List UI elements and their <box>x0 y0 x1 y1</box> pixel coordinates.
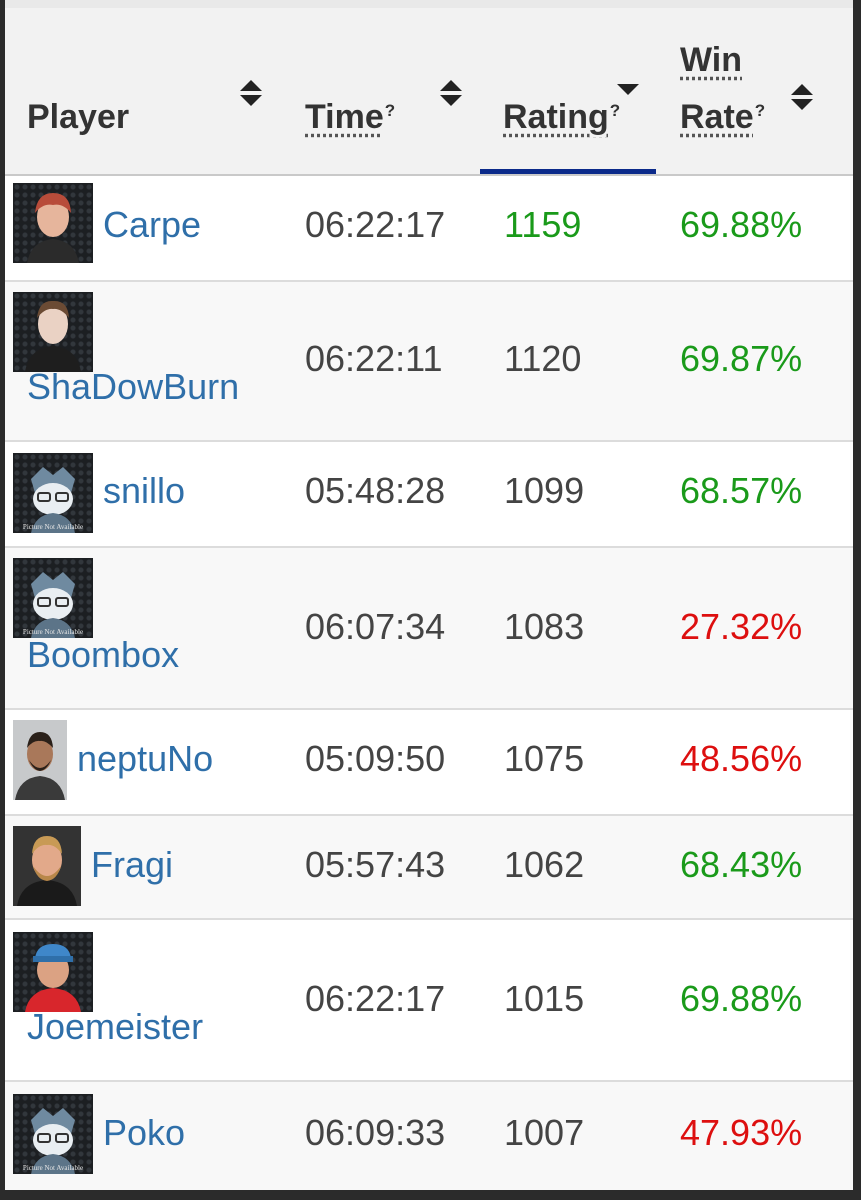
sort-both-icon[interactable] <box>240 80 262 110</box>
player-name-link[interactable]: Fragi <box>91 844 173 886</box>
header-time-label: Time <box>305 98 384 136</box>
win-rate-cell: 69.88% <box>680 978 803 1019</box>
header-player-label: Player <box>27 98 130 136</box>
rating-cell: 1120 <box>504 338 582 379</box>
picture-not-available-text: Picture Not Available <box>22 1164 84 1172</box>
rating-cell: 1007 <box>504 1112 585 1153</box>
help-icon[interactable]: ? <box>755 101 765 120</box>
table-header: Player Time? Rating? Win Rate? <box>5 8 853 176</box>
player-avatar-placeholder: Picture Not Available <box>13 558 93 638</box>
table-row: neptuNo 05:09:50 1075 48.56% <box>5 710 853 816</box>
rating-cell: 1075 <box>504 738 585 779</box>
header-rating-label: Rating <box>503 98 609 136</box>
win-rate-cell: 47.93% <box>680 1112 803 1153</box>
rating-cell: 1159 <box>504 204 582 245</box>
win-rate-cell: 27.32% <box>680 606 803 647</box>
time-cell: 06:07:34 <box>305 606 446 647</box>
win-rate-cell: 69.88% <box>680 204 803 245</box>
time-cell: 05:09:50 <box>305 738 446 779</box>
player-avatar-placeholder: Picture Not Available <box>13 1094 93 1174</box>
header-win-rate-label-2: Rate <box>680 98 754 136</box>
time-cell: 06:22:11 <box>305 338 443 379</box>
player-name-link[interactable]: neptuNo <box>77 738 213 780</box>
table-row: Fragi 05:57:43 1062 68.43% <box>5 816 853 920</box>
header-win-rate[interactable]: Win Rate? <box>656 8 853 174</box>
rating-cell: 1015 <box>504 978 585 1019</box>
player-name-link[interactable]: Joemeister <box>27 1006 203 1048</box>
player-avatar <box>13 826 81 906</box>
table-row: Picture Not Available Poko 06:09:33 1007… <box>5 1082 853 1190</box>
player-avatar <box>13 292 93 372</box>
header-time[interactable]: Time? <box>285 8 480 174</box>
player-avatar-placeholder: Picture Not Available <box>13 453 93 533</box>
header-rating[interactable]: Rating? <box>480 8 656 174</box>
win-rate-cell: 69.87% <box>680 338 803 379</box>
table-row: ShaDowBurn 06:22:11 1120 69.87% <box>5 282 853 442</box>
time-cell: 05:48:28 <box>305 470 446 511</box>
player-name-link[interactable]: Boombox <box>27 634 179 676</box>
player-name-link[interactable]: Carpe <box>103 204 201 246</box>
player-name-link[interactable]: snillo <box>103 470 185 512</box>
win-rate-cell: 68.57% <box>680 470 803 511</box>
rating-cell: 1099 <box>504 470 585 511</box>
table-row: Picture Not Available snillo 05:48:28 10… <box>5 442 853 548</box>
player-name-link[interactable]: ShaDowBurn <box>27 366 239 408</box>
rating-cell: 1083 <box>504 606 585 647</box>
win-rate-cell: 68.43% <box>680 844 803 885</box>
win-rate-cell: 48.56% <box>680 738 803 779</box>
table-row: Picture Not Available Boombox 06:07:34 1… <box>5 548 853 710</box>
player-avatar <box>13 720 67 800</box>
picture-not-available-text: Picture Not Available <box>22 523 84 531</box>
player-avatar <box>13 183 93 263</box>
sort-descending-icon[interactable] <box>617 84 639 114</box>
table-row: Joemeister 06:22:17 1015 69.88% <box>5 920 853 1082</box>
time-cell: 06:22:17 <box>305 978 446 1019</box>
sort-both-icon[interactable] <box>791 84 813 114</box>
header-win-rate-label-1: Win <box>680 41 743 79</box>
active-sort-indicator <box>480 169 656 174</box>
table-row: Carpe 06:22:17 1159 69.88% <box>5 176 853 282</box>
time-cell: 06:09:33 <box>305 1112 446 1153</box>
leaderboard-table: Player Time? Rating? Win Rate? Carpe 06:… <box>5 0 853 1190</box>
sort-both-icon[interactable] <box>440 80 462 110</box>
time-cell: 06:22:17 <box>305 204 446 245</box>
time-cell: 05:57:43 <box>305 844 446 885</box>
player-avatar <box>13 932 93 1012</box>
rating-cell: 1062 <box>504 844 585 885</box>
player-name-link[interactable]: Poko <box>103 1112 185 1154</box>
help-icon[interactable]: ? <box>385 101 395 120</box>
header-player[interactable]: Player <box>5 8 285 174</box>
